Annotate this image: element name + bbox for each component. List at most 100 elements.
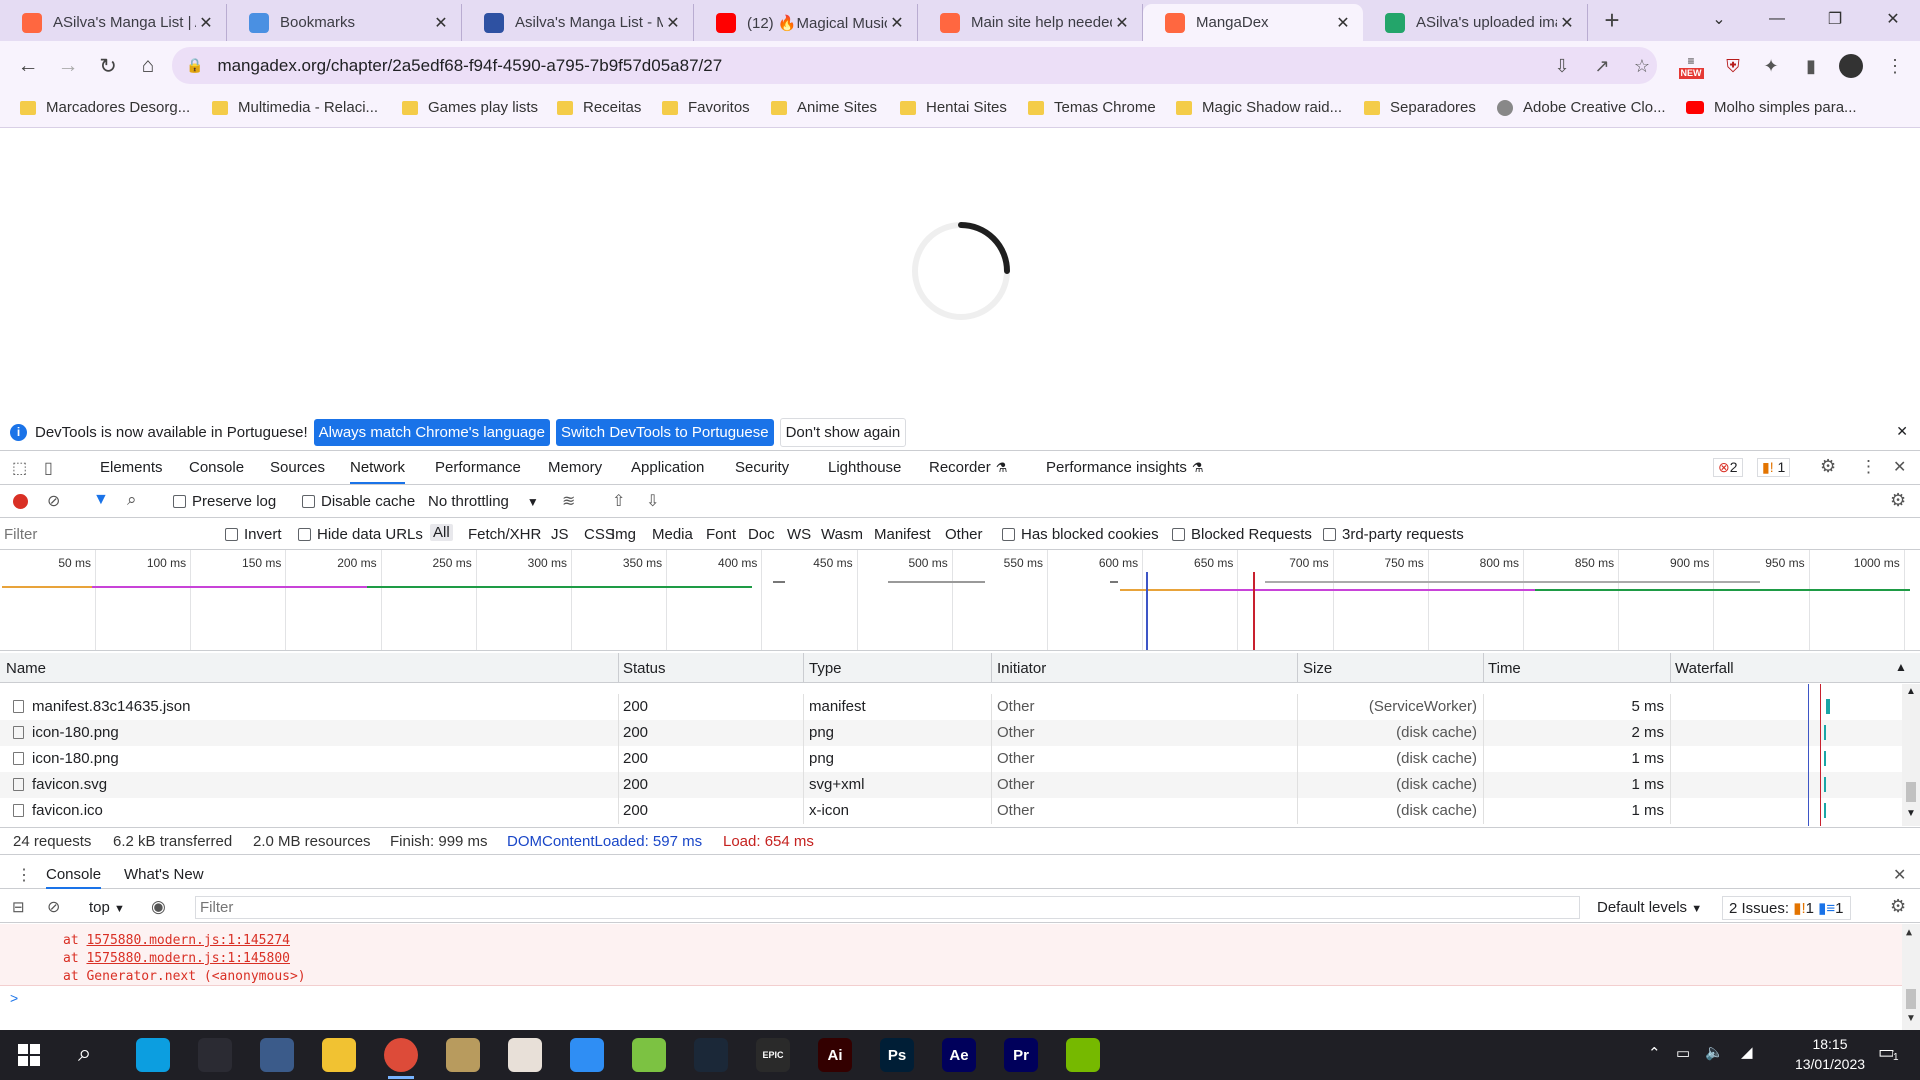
maximize-button[interactable]: ❐ [1806, 0, 1864, 38]
filter-type-wasm[interactable]: Wasm [821, 526, 863, 543]
issues-button[interactable]: 2 Issues: ▮!1 ▮≡1 [1722, 896, 1851, 920]
column-header-initiator[interactable]: Initiator [997, 660, 1046, 677]
context-select[interactable]: top ▼ [89, 899, 125, 916]
scroll-down-arrow-icon[interactable]: ▼ [1906, 808, 1916, 819]
column-header-time[interactable]: Time [1488, 660, 1521, 677]
settings-gear-icon[interactable]: ⚙ [1820, 456, 1836, 477]
table-row[interactable]: icon-180.png 200 png Other (disk cache) 2 ms [0, 720, 1920, 746]
profile-avatar[interactable] [1836, 51, 1866, 81]
bookmark-item[interactable]: Multimedia - Relaci... [212, 99, 378, 116]
column-header-size[interactable]: Size [1303, 660, 1332, 677]
preserve-log-box[interactable] [173, 495, 186, 508]
close-devtools-icon[interactable]: ✕ [1893, 457, 1906, 477]
steam-icon[interactable] [694, 1038, 728, 1072]
minimize-button[interactable]: — [1748, 0, 1806, 38]
volume-icon[interactable]: 🔈 [1705, 1043, 1724, 1061]
tab-close-icon[interactable]: ✕ [431, 13, 451, 33]
browser-tab[interactable]: Asilva's Manga List - M ✕ [462, 4, 694, 41]
clock-date[interactable]: 13/01/2023 [1790, 1056, 1870, 1072]
address-bar[interactable]: 🔒 mangadex.org/chapter/2a5edf68-f94f-459… [172, 47, 1657, 84]
bookmark-star-icon[interactable]: ☆ [1627, 51, 1657, 81]
bookmark-item[interactable]: Hentai Sites [900, 99, 1007, 116]
devtools-tab-recorder[interactable]: Recorder ⚗ [929, 459, 1007, 476]
console-scroll-down-icon[interactable]: ▼ [1906, 1013, 1916, 1024]
edge-icon[interactable] [136, 1038, 170, 1072]
bookmark-item[interactable]: Magic Shadow raid... [1176, 99, 1342, 116]
clear-icon[interactable]: ⊘ [47, 491, 60, 511]
blocked-cookies-box[interactable] [1002, 528, 1015, 541]
column-divider[interactable] [991, 653, 992, 683]
tab-close-icon[interactable]: ✕ [663, 13, 683, 33]
bluestacks-icon[interactable] [632, 1038, 666, 1072]
browser-tab[interactable]: (12) 🔥Magical Music ✕ [694, 4, 918, 41]
side-panel-icon[interactable]: ▮ [1796, 51, 1826, 81]
request-name[interactable]: favicon.svg [32, 776, 107, 793]
hide-data-urls-checkbox[interactable]: Hide data URLs [298, 526, 423, 543]
scroll-thumb[interactable] [1906, 782, 1916, 802]
epic-games-icon[interactable]: EPIC [756, 1038, 790, 1072]
filter-type-other[interactable]: Other [945, 526, 983, 543]
back-button[interactable]: ← [12, 50, 44, 82]
ublock-icon[interactable]: ⛨ [1718, 51, 1748, 81]
sort-ascending-icon[interactable]: ▲ [1895, 660, 1907, 674]
disable-cache-box[interactable] [302, 495, 315, 508]
extensions-puzzle-icon[interactable]: ✦ [1756, 51, 1786, 81]
menu-kebab-icon[interactable]: ⋮ [1880, 51, 1910, 81]
column-header-type[interactable]: Type [809, 660, 842, 677]
invert-checkbox[interactable]: Invert [225, 526, 282, 543]
battery-icon[interactable]: ▭ [1676, 1044, 1690, 1062]
console-settings-gear-icon[interactable]: ⚙ [1890, 896, 1906, 917]
windows-start-icon[interactable] [18, 1044, 40, 1066]
column-header-waterfall[interactable]: Waterfall [1675, 660, 1734, 677]
taskbar-search-icon[interactable]: ⌕ [78, 1040, 91, 1068]
filter-type-manifest[interactable]: Manifest [874, 526, 931, 543]
bookmark-item[interactable]: Receitas [557, 99, 641, 116]
network-settings-gear-icon[interactable]: ⚙ [1890, 490, 1906, 511]
column-header-name[interactable]: Name [6, 660, 46, 677]
column-header-status[interactable]: Status [623, 660, 666, 677]
request-name[interactable]: manifest.83c14635.json [32, 698, 190, 715]
export-har-icon[interactable]: ⇩ [646, 491, 659, 511]
device-toolbar-icon[interactable]: ▯ [44, 458, 53, 478]
invert-box[interactable] [225, 528, 238, 541]
table-row-partial[interactable] [0, 684, 1920, 694]
table-scrollbar[interactable]: ▲ ▼ [1902, 684, 1920, 826]
log-levels-select[interactable]: Default levels ▼ [1597, 899, 1702, 916]
devtools-tab-application[interactable]: Application [631, 459, 704, 476]
devtools-tab-memory[interactable]: Memory [548, 459, 602, 476]
error-counter[interactable]: ⊗2 [1713, 458, 1743, 477]
browser-tab[interactable]: Main site help needed ✕ [918, 4, 1143, 41]
third-party-checkbox[interactable]: 3rd-party requests [1323, 526, 1464, 543]
column-divider[interactable] [618, 653, 619, 683]
file-explorer-icon[interactable] [322, 1038, 356, 1072]
console-sidebar-icon[interactable]: ⊟ [12, 898, 25, 916]
network-conditions-icon[interactable]: ≋ [562, 491, 575, 511]
filter-funnel-icon[interactable]: ▼ [93, 491, 109, 509]
column-divider[interactable] [1670, 653, 1671, 683]
disable-cache-checkbox[interactable]: Disable cache [302, 493, 415, 510]
close-drawer-icon[interactable]: ✕ [1893, 865, 1906, 885]
network-filter-input[interactable] [4, 523, 209, 545]
bookmark-item[interactable]: Favoritos [662, 99, 750, 116]
filter-type-img[interactable]: Img [611, 526, 636, 543]
tab-close-icon[interactable]: ✕ [196, 13, 216, 33]
filter-type-media[interactable]: Media [652, 526, 693, 543]
manga-app-icon[interactable] [508, 1038, 542, 1072]
share-icon[interactable]: ↗ [1587, 51, 1617, 81]
home-button[interactable]: ⌂ [132, 50, 164, 82]
league-icon[interactable] [446, 1038, 480, 1072]
dont-show-again-button[interactable]: Don't show again [779, 418, 907, 447]
devtools-menu-icon[interactable]: ⋮ [1860, 457, 1877, 477]
filter-type-all[interactable]: All [430, 524, 453, 541]
table-row[interactable]: favicon.ico 200 x-icon Other (disk cache) 1 m… [0, 798, 1920, 824]
calculator-icon[interactable] [260, 1038, 294, 1072]
devtools-tab-network[interactable]: Network [350, 459, 406, 484]
browser-tab[interactable]: ASilva's uploaded ima ✕ [1363, 4, 1588, 41]
scroll-up-arrow-icon[interactable]: ▲ [1906, 686, 1916, 697]
reload-button[interactable]: ↻ [92, 50, 124, 82]
photoshop-icon[interactable]: Ps [880, 1038, 914, 1072]
column-divider[interactable] [1483, 653, 1484, 683]
bookmark-item[interactable]: Molho simples para... [1686, 99, 1857, 116]
devtools-tab-console[interactable]: Console [189, 459, 244, 476]
lock-icon[interactable]: 🔒 [186, 57, 203, 74]
